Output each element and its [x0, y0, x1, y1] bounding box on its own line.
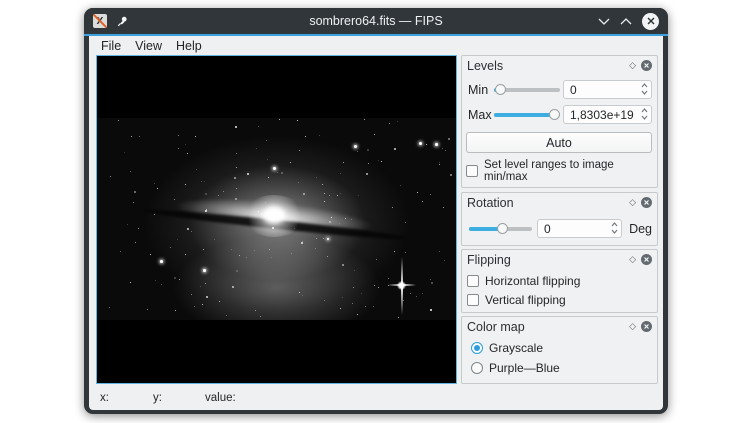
vertical-flip-label: Vertical flipping	[485, 293, 566, 307]
min-slider[interactable]	[494, 84, 560, 95]
levels-dock-title: Levels	[467, 59, 503, 73]
rotation-spin-arrows[interactable]	[611, 222, 618, 234]
status-x-label: x:	[100, 392, 153, 404]
max-slider-handle[interactable]	[549, 109, 560, 120]
galaxy-core	[263, 207, 285, 223]
colormap-close-icon[interactable]	[641, 321, 652, 332]
status-value-label: value:	[205, 392, 236, 404]
auto-button[interactable]: Auto	[466, 132, 652, 153]
bright-star	[397, 281, 406, 290]
statusbar: x: y: value:	[89, 385, 663, 410]
rotation-close-icon[interactable]	[641, 197, 652, 208]
min-spin-arrows[interactable]	[641, 83, 648, 95]
levels-minmax-checkbox[interactable]: Set level ranges to image min/max	[466, 159, 657, 183]
flipping-float-icon[interactable]: ◇	[629, 255, 636, 264]
max-value: 1,8303e+19	[570, 108, 634, 122]
levels-minmax-checkbox-label: Set level ranges to image min/max	[484, 159, 657, 183]
colormap-dock: Color map ◇ Grayscale Purple—Blue	[461, 316, 658, 384]
flipping-close-icon[interactable]	[641, 254, 652, 265]
rotation-dock-title: Rotation	[467, 196, 514, 210]
minimize-button[interactable]	[598, 18, 610, 25]
max-spin-arrows[interactable]	[641, 108, 648, 120]
rotation-slider-handle[interactable]	[497, 223, 508, 234]
colormap-dock-title: Color map	[467, 320, 525, 334]
min-value: 0	[570, 83, 577, 97]
flipping-dock: Flipping ◇ Horizontal flipping Vertical …	[461, 249, 658, 313]
max-label: Max	[468, 108, 494, 122]
menu-view[interactable]: View	[134, 39, 163, 53]
purple-blue-radio-circle[interactable]	[471, 362, 483, 374]
pin-icon[interactable]	[116, 15, 129, 28]
app-menu-icon[interactable]: X	[93, 14, 107, 28]
min-slider-handle[interactable]	[495, 84, 506, 95]
min-label: Min	[468, 83, 494, 97]
rotation-spinbox[interactable]: 0	[537, 219, 622, 238]
grayscale-radio[interactable]: Grayscale	[471, 341, 543, 355]
menu-file[interactable]: File	[100, 39, 122, 53]
vertical-flip-checkbox-box[interactable]	[467, 294, 479, 306]
menu-help[interactable]: Help	[175, 39, 203, 53]
sombrero-galaxy-image	[97, 118, 456, 320]
purple-blue-radio-label: Purple—Blue	[489, 361, 560, 375]
levels-close-icon[interactable]	[641, 60, 652, 71]
maximize-button[interactable]	[620, 18, 632, 25]
flipping-dock-title: Flipping	[467, 253, 511, 267]
rotation-unit-label: Deg	[629, 222, 652, 236]
close-button[interactable]	[642, 13, 659, 30]
horizontal-flip-checkbox-box[interactable]	[467, 275, 479, 287]
levels-minmax-checkbox-box[interactable]	[466, 165, 478, 177]
grayscale-radio-circle[interactable]	[471, 342, 483, 354]
horizontal-flip-label: Horizontal flipping	[485, 274, 580, 288]
max-spinbox[interactable]: 1,8303e+19	[563, 105, 652, 124]
min-spinbox[interactable]: 0	[563, 80, 652, 99]
vertical-flip-checkbox[interactable]: Vertical flipping	[467, 293, 566, 307]
fits-image-view[interactable]	[96, 55, 457, 384]
menubar: File View Help	[89, 36, 663, 55]
max-slider[interactable]	[494, 109, 560, 120]
purple-blue-radio[interactable]: Purple—Blue	[471, 361, 560, 375]
rotation-float-icon[interactable]: ◇	[629, 198, 636, 207]
dock-panel: Levels ◇ Min 0	[461, 55, 658, 384]
horizontal-flip-checkbox[interactable]: Horizontal flipping	[467, 274, 580, 288]
rotation-slider[interactable]	[469, 223, 532, 234]
app-window: X sombrero64.fits — FIPS	[84, 8, 668, 414]
titlebar[interactable]: X sombrero64.fits — FIPS	[84, 8, 668, 34]
window-title: sombrero64.fits — FIPS	[84, 14, 668, 28]
grayscale-radio-label: Grayscale	[489, 341, 543, 355]
levels-float-icon[interactable]: ◇	[629, 61, 636, 70]
colormap-float-icon[interactable]: ◇	[629, 322, 636, 331]
status-y-label: y:	[153, 392, 205, 404]
rotation-dock: Rotation ◇ 0	[461, 192, 658, 246]
levels-dock: Levels ◇ Min 0	[461, 55, 658, 188]
rotation-value: 0	[544, 222, 551, 236]
